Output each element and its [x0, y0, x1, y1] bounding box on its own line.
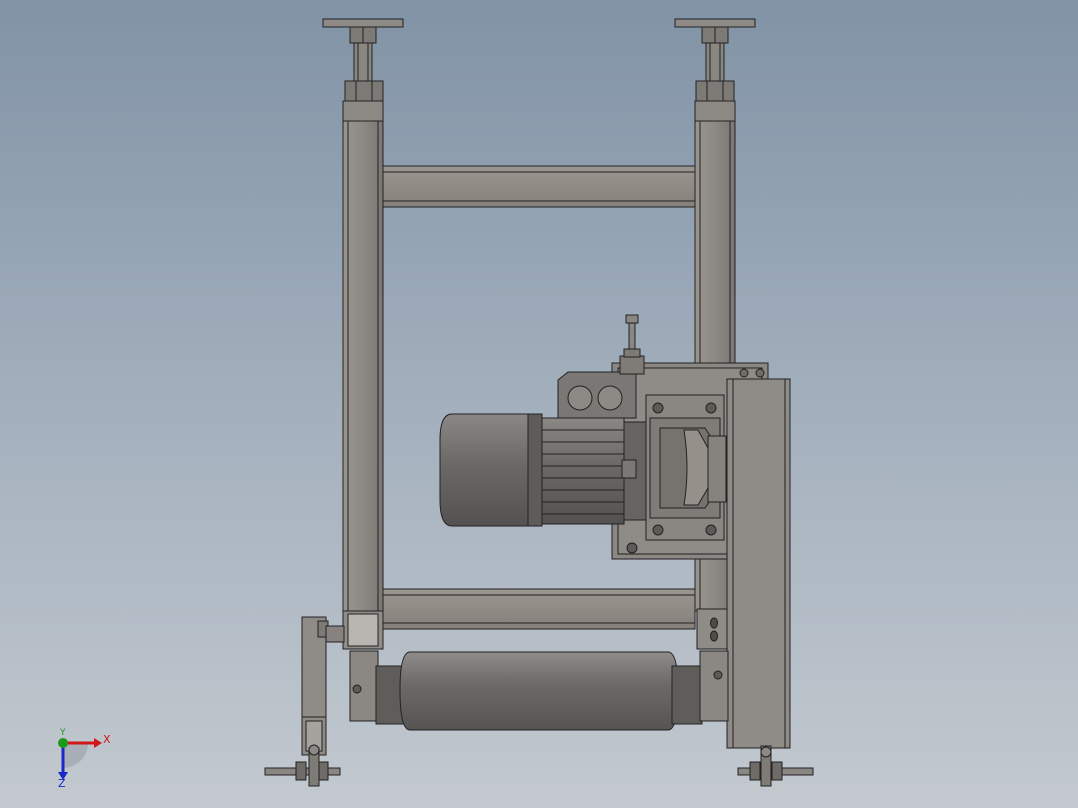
right-bearing-bracket[interactable]	[696, 608, 728, 650]
right-hanger-bolt[interactable]	[737, 745, 814, 787]
y-axis-label: Y	[60, 728, 66, 738]
coordinate-triad: X Y Z	[46, 728, 126, 798]
electric-motor[interactable]	[439, 413, 647, 527]
left-frame-post[interactable]	[342, 100, 384, 650]
x-axis-label: X	[103, 733, 111, 746]
tensioning-bolt[interactable]	[623, 314, 641, 358]
cad-viewport[interactable]: X Y Z	[0, 0, 1078, 808]
left-tensioner-arm[interactable]	[301, 616, 345, 756]
z-axis-label: Z	[58, 777, 66, 790]
conveyor-drive-assembly-model[interactable]	[0, 0, 1078, 808]
drive-roller-drum[interactable]	[349, 650, 729, 731]
left-leveling-foot[interactable]	[322, 18, 404, 102]
lower-cross-beam[interactable]	[382, 588, 696, 630]
motor-terminal-box[interactable]	[557, 355, 645, 419]
upper-cross-beam[interactable]	[382, 165, 696, 208]
right-leveling-foot[interactable]	[674, 18, 756, 102]
